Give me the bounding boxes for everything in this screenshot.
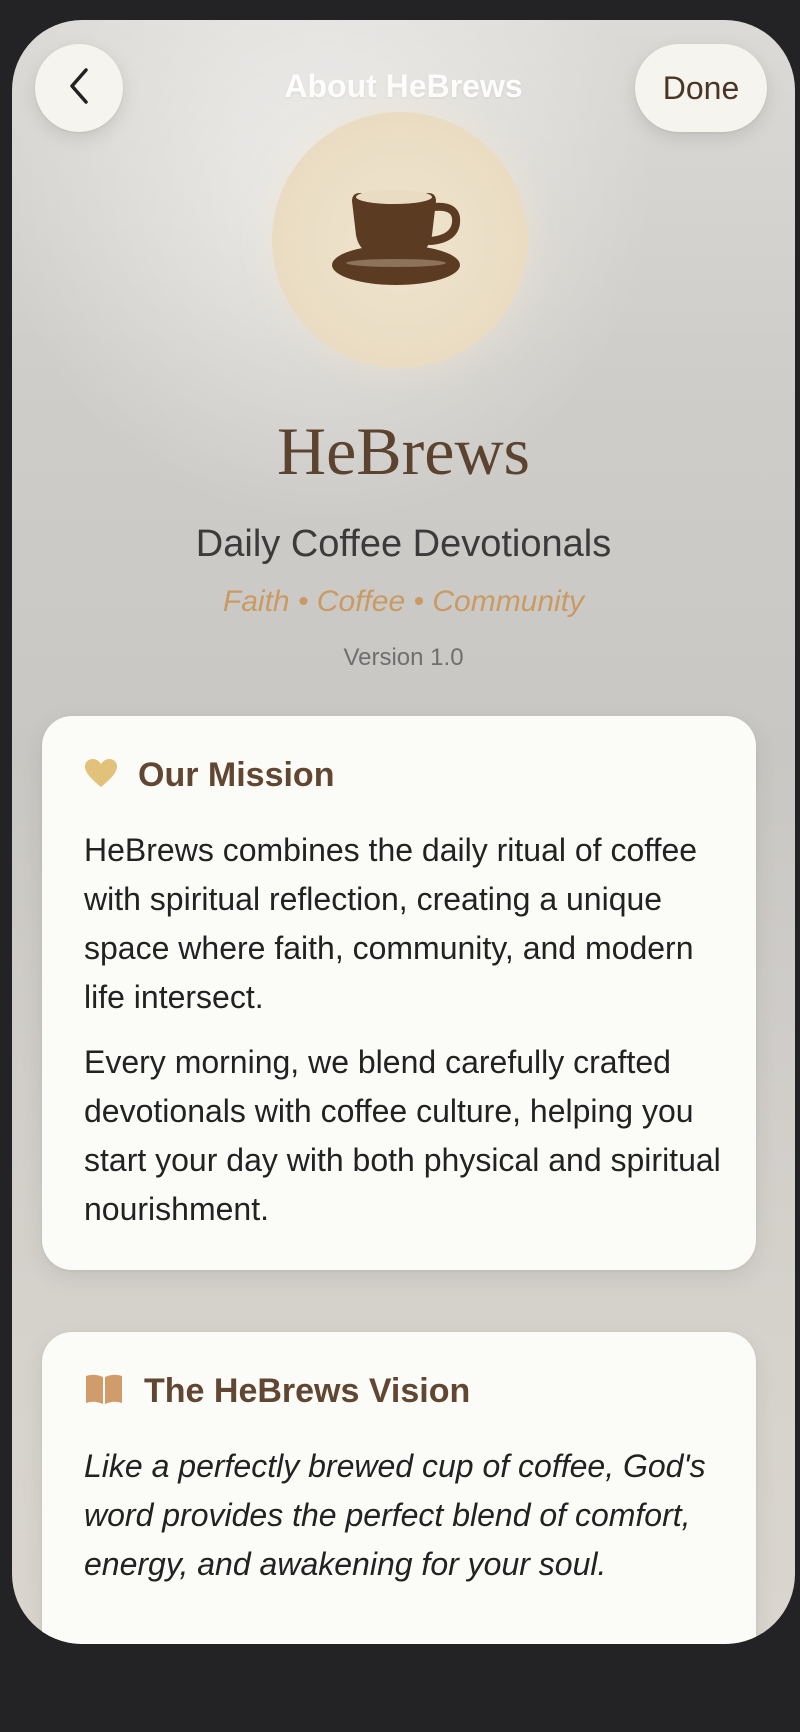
mission-title: Our Mission (138, 756, 335, 794)
heart-icon (84, 758, 118, 793)
app-version: Version 1.0 (343, 644, 464, 671)
vision-body: Like a perfectly brewed cup of coffee, G… (84, 1442, 734, 1605)
vision-card: The HeBrews Vision Like a perfectly brew… (42, 1332, 756, 1644)
coffee-cup-icon (330, 183, 470, 298)
mission-header: Our Mission (84, 756, 334, 795)
app-name: HeBrews (276, 413, 531, 489)
vision-header: The HeBrews Vision (84, 1372, 470, 1411)
app-logo (272, 112, 528, 368)
mission-card: Our Mission HeBrews combines the daily r… (42, 716, 756, 1270)
app-subtitle: Daily Coffee Devotionals (195, 523, 612, 565)
done-button[interactable]: Done (635, 44, 767, 132)
vision-title: The HeBrews Vision (144, 1372, 471, 1410)
mission-body: HeBrews combines the daily ritual of cof… (84, 826, 734, 1250)
vision-text: Like a perfectly brewed cup of coffee, G… (84, 1448, 706, 1582)
app-tagline: Faith • Coffee • Community (222, 585, 585, 618)
about-sheet: About HeBrews Done HeBrews Daily Coffee … (12, 20, 795, 1644)
mission-paragraph: HeBrews combines the daily ritual of cof… (84, 832, 698, 1015)
book-icon (84, 1373, 124, 1410)
mission-paragraph: Every morning, we blend carefully crafte… (84, 1044, 721, 1227)
